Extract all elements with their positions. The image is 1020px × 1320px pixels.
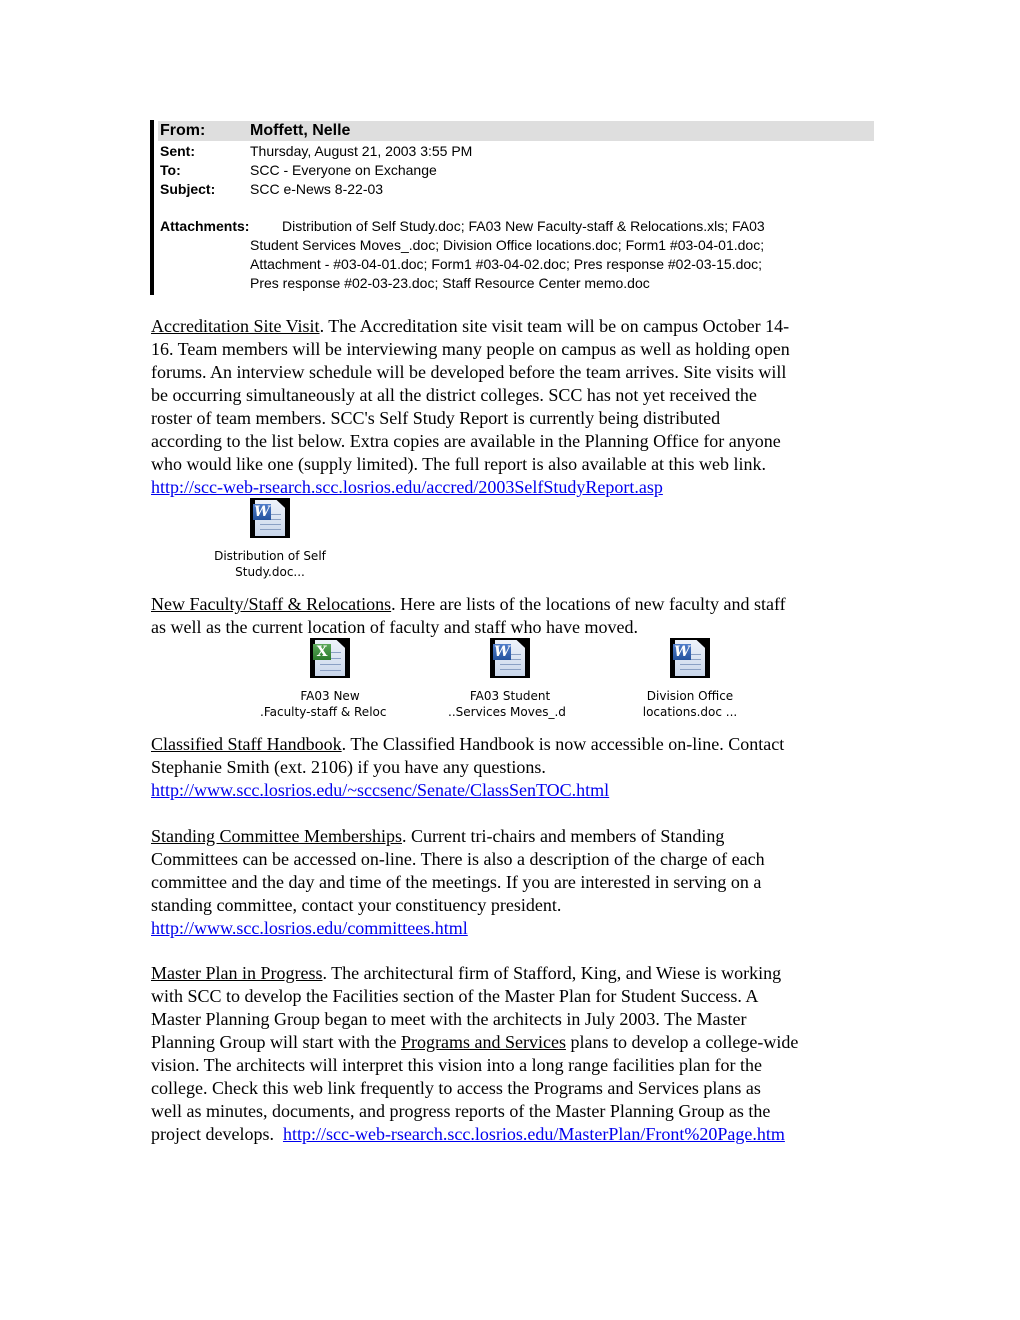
section-standing-committee: Standing Committee Memberships. Current …	[151, 825, 876, 940]
body-line: who would like one (supply limited). The…	[151, 454, 767, 474]
to-label: To:	[160, 162, 181, 178]
self-study-report-link[interactable]: http://scc-web-rsearch.scc.losrios.edu/a…	[151, 477, 663, 497]
master-plan-link[interactable]: http://scc-web-rsearch.scc.losrios.edu/M…	[283, 1124, 785, 1144]
body-line: . Here are lists of the locations of new…	[391, 594, 786, 614]
body-line: Committees can be accessed on-line. Ther…	[151, 849, 765, 869]
classified-handbook-link[interactable]: http://www.scc.losrios.edu/~sccsenc/Sena…	[151, 780, 609, 800]
sent-label: Sent:	[160, 143, 195, 159]
body-line: committee and the day and time of the me…	[151, 872, 762, 892]
section-heading: Master Plan in Progress	[151, 963, 323, 983]
excel-spreadsheet-icon: X	[310, 638, 350, 678]
body-line: 16. Team members will be interviewing ma…	[151, 339, 790, 359]
attachment-label: FA03 New	[300, 689, 360, 703]
body-line: with SCC to develop the Facilities secti…	[151, 986, 759, 1006]
from-value: Moffett, Nelle	[250, 122, 351, 139]
section-accreditation: Accreditation Site Visit. The Accreditat…	[151, 315, 876, 499]
to-value: SCC - Everyone on Exchange	[250, 162, 437, 178]
body-line: Stephanie Smith (ext. 2106) if you have …	[151, 757, 546, 777]
attachments-line: Distribution of Self Study.doc; FA03 New…	[282, 218, 765, 234]
attachments-line: Student Services Moves_.doc; Division Of…	[250, 237, 765, 253]
body-line: . The Accreditation site visit team will…	[319, 316, 790, 336]
attachment-division-office[interactable]: W Division Office locations.doc ...	[610, 638, 770, 720]
body-line: according to the list below. Extra copie…	[151, 431, 781, 451]
section-heading: Accreditation Site Visit	[151, 316, 320, 336]
body-line: . The architectural firm of Stafford, Ki…	[322, 963, 782, 983]
subject-label: Subject:	[160, 181, 216, 197]
body-line: . The Classified Handbook is now accessi…	[341, 734, 785, 754]
body-line: college. Check this web link frequently …	[151, 1078, 761, 1098]
from-row: From: Moffett, Nelle	[158, 121, 874, 141]
word-document-icon: W	[490, 638, 530, 678]
section-new-faculty: New Faculty/Staff & Relocations. Here ar…	[151, 593, 876, 639]
word-document-icon: W	[670, 638, 710, 678]
sent-value: Thursday, August 21, 2003 3:55 PM	[250, 143, 473, 159]
body-line: project develops.	[151, 1124, 283, 1144]
committees-link[interactable]: http://www.scc.losrios.edu/committees.ht…	[151, 918, 468, 938]
attachment-label: locations.doc ...	[642, 705, 738, 719]
attachment-fa03-student-services[interactable]: W FA03 Student Services Moves_.d..	[430, 638, 590, 720]
body-line: as well as the current location of facul…	[151, 617, 639, 637]
body-line: forums. An interview schedule will be de…	[151, 362, 787, 382]
section-heading: New Faculty/Staff & Relocations	[151, 594, 392, 614]
attachment-label: Distribution of Self	[214, 549, 326, 563]
attachment-fa03-new-faculty[interactable]: X FA03 New Faculty-staff & Reloc.	[250, 638, 410, 720]
programs-and-services-link[interactable]: Programs and Services	[401, 1032, 566, 1052]
sent-row: Sent: Thursday, August 21, 2003 3:55 PM	[158, 142, 874, 161]
section-master-plan: Master Plan in Progress. The architectur…	[151, 962, 876, 1146]
email-header: From: Moffett, Nelle Sent: Thursday, Aug…	[150, 120, 874, 295]
body-line: Planning Group will start with the	[151, 1032, 401, 1052]
subject-row: Subject: SCC e-News 8-22-03	[158, 180, 874, 199]
from-label: From:	[160, 122, 206, 139]
attachments-line: Attachment - #03-04-01.doc; Form1 #03-04…	[250, 256, 763, 272]
body-line: be occurring simultaneously at all the d…	[151, 385, 757, 405]
attachment-label: Faculty-staff & Reloc.	[260, 705, 387, 719]
attachment-label: Services Moves_.d..	[448, 705, 566, 719]
word-document-icon: W	[250, 498, 290, 538]
to-row: To: SCC - Everyone on Exchange	[158, 161, 874, 180]
attachments-list: Distribution of Self Study.doc; FA03 New…	[160, 217, 800, 293]
body-line: roster of team members. SCC's Self Study…	[151, 408, 721, 428]
subject-value: SCC e-News 8-22-03	[250, 181, 384, 197]
body-line: Master Planning Group began to meet with…	[151, 1009, 747, 1029]
section-heading: Standing Committee Memberships	[151, 826, 402, 846]
body-line: plans to develop a college-wide	[565, 1032, 799, 1052]
attachment-distribution-self-study[interactable]: W Distribution of Self Study.doc...	[190, 498, 350, 580]
body-line: standing committee, contact your constit…	[151, 895, 562, 915]
attachment-label: FA03 Student	[469, 689, 551, 703]
attachment-label: Division Office	[646, 689, 734, 703]
body-line: well as minutes, documents, and progress…	[151, 1101, 771, 1121]
body-line: vision. The architects will interpret th…	[151, 1055, 763, 1075]
section-classified-handbook: Classified Staff Handbook. The Classifie…	[151, 733, 876, 802]
section-heading: Classified Staff Handbook	[151, 734, 342, 754]
attachments-line: Pres response #02-03-23.doc; Staff Resou…	[250, 275, 650, 291]
attachment-label: Study.doc...	[235, 565, 305, 579]
body-line: . Current tri-chairs and members of Stan…	[401, 826, 725, 846]
